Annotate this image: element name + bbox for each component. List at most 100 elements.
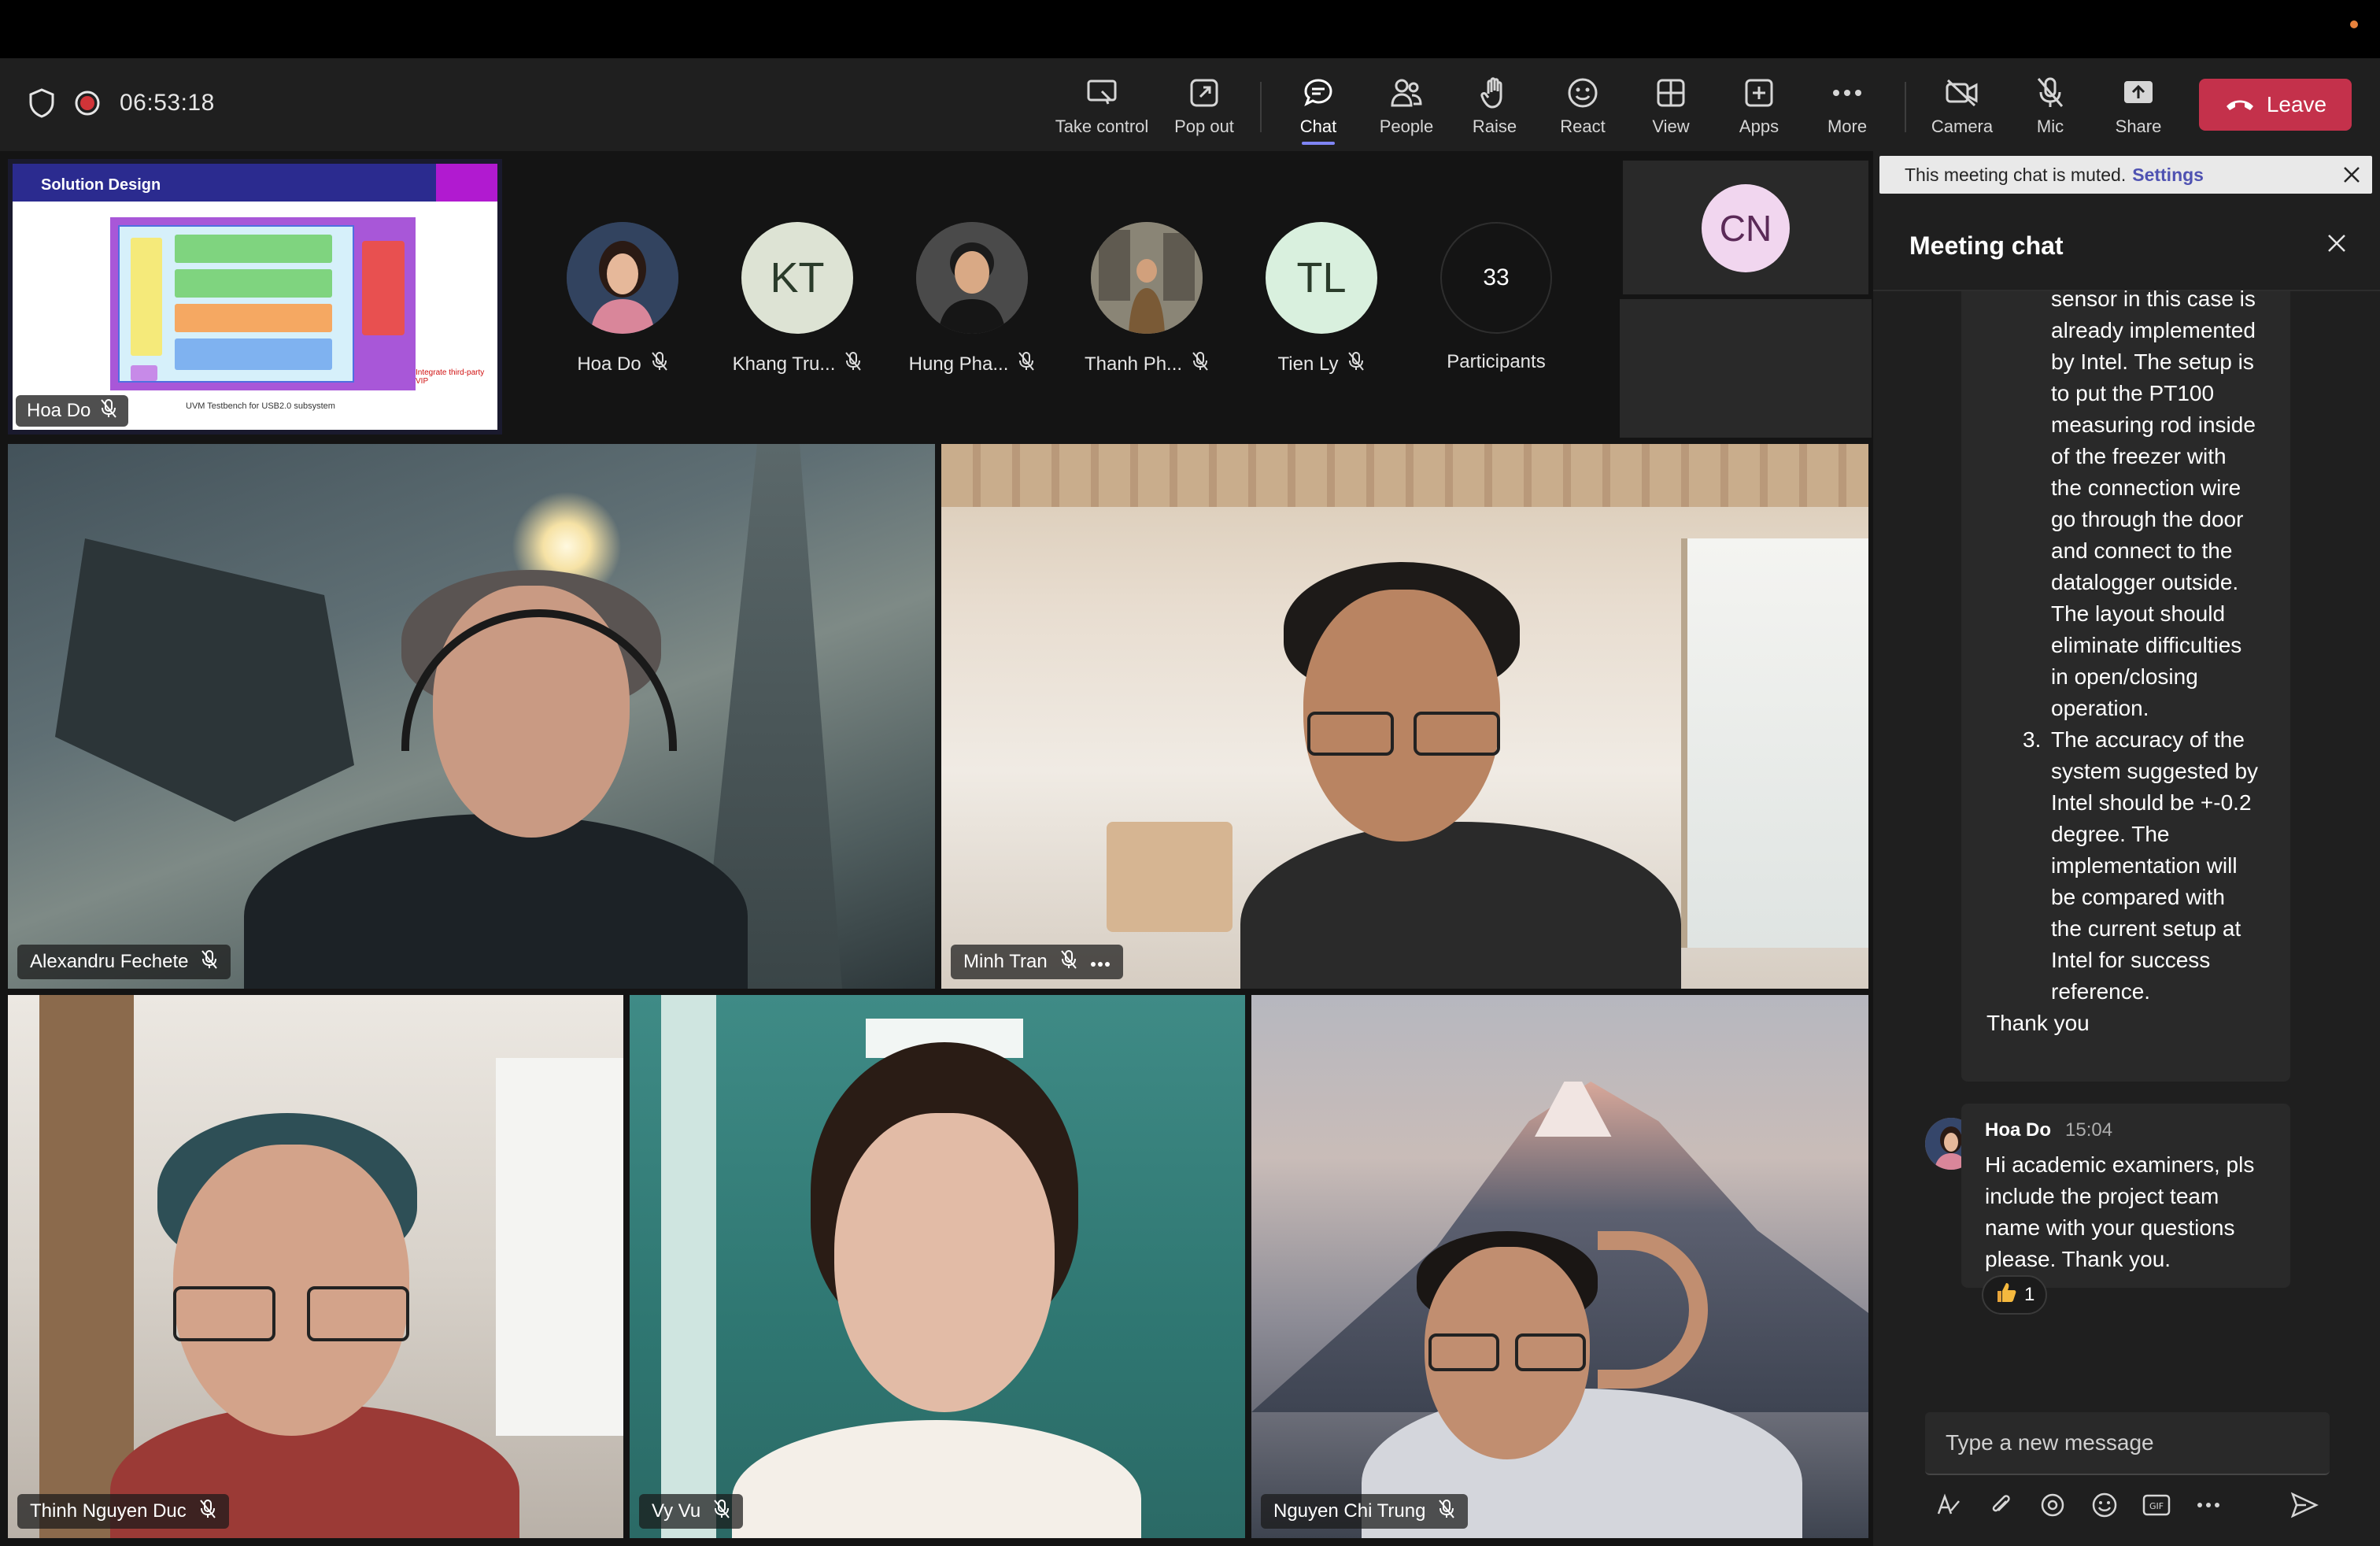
camera-button[interactable]: Camera <box>1919 76 2005 139</box>
more-button[interactable]: More <box>1804 76 1890 139</box>
apps-label: Apps <box>1739 117 1779 136</box>
format-icon[interactable] <box>1933 1489 1964 1521</box>
slide-header: Solution Design <box>13 164 497 202</box>
participant-name: Minh Tran <box>963 951 1048 972</box>
view-button[interactable]: View <box>1628 76 1714 139</box>
more-dots-icon[interactable] <box>2193 1489 2224 1521</box>
emoji-icon[interactable] <box>2089 1489 2120 1521</box>
message-line: sensor in this case is <box>2051 287 2256 311</box>
shield-icon[interactable] <box>28 88 55 118</box>
leave-button[interactable]: Leave <box>2199 79 2352 131</box>
participant-name: Vy Vu <box>652 1500 701 1522</box>
message-line: of the freezer with <box>2051 444 2227 468</box>
video-tile-nguyen-chi-trung[interactable]: Nguyen Chi Trung <box>1251 995 1868 1538</box>
close-chat-icon[interactable] <box>2326 233 2347 257</box>
chat-title: Meeting chat <box>1909 231 2064 260</box>
message-line: be compared with <box>2051 885 2226 909</box>
chat-message: sensor in this case is already implement… <box>1961 287 2290 1082</box>
shared-screen-tile[interactable]: Solution Design Integrate third-party VI… <box>8 159 502 435</box>
message-input[interactable] <box>1925 1412 2330 1474</box>
avatar <box>567 222 678 334</box>
video-tile-minh-tran[interactable]: Minh Tran <box>941 444 1868 989</box>
more-dots-icon <box>1830 76 1864 110</box>
mic-button[interactable]: Mic <box>2007 76 2094 139</box>
avatar <box>1091 222 1203 334</box>
message-line: the connection wire <box>2051 475 2241 500</box>
message-line: Thank you <box>1986 1011 2090 1035</box>
apps-button[interactable]: Apps <box>1716 76 1802 139</box>
message-line: The accuracy of the <box>2051 727 2245 752</box>
participant-name: Thanh Ph... <box>1084 353 1183 375</box>
thumbs-up-icon <box>1994 1281 2018 1310</box>
message-line: by Intel. The setup is <box>2051 350 2254 374</box>
slide-title: Solution Design <box>41 176 161 194</box>
participant-name: Hung Pha... <box>908 353 1009 375</box>
mic-muted-icon <box>651 351 668 377</box>
participant-thanh[interactable]: Thanh Ph... <box>1085 222 1208 377</box>
take-control-button[interactable]: Take control <box>1055 76 1148 139</box>
more-options-icon[interactable] <box>1090 951 1111 973</box>
apps-plus-icon <box>1742 76 1776 110</box>
mic-off-icon <box>2033 76 2068 110</box>
phone-hangup-icon <box>2224 92 2256 117</box>
hand-icon <box>1477 76 1512 110</box>
people-icon <box>1389 76 1424 110</box>
chat-settings-link[interactable]: Settings <box>2132 165 2204 186</box>
participant-tien-ly[interactable]: TL Tien Ly <box>1266 222 1377 377</box>
chat-muted-text: This meeting chat is muted. <box>1905 164 2127 185</box>
reaction-count: 1 <box>2024 1284 2035 1305</box>
meeting-toolbar: 06:53:18 Take control Pop out Chat Peopl… <box>0 58 2380 151</box>
gif-icon[interactable]: GIF <box>2141 1489 2172 1521</box>
avatar-initials: KT <box>741 222 853 334</box>
participant-name-tag: Thinh Nguyen Duc <box>17 1494 229 1529</box>
svg-text:GIF: GIF <box>2149 1501 2164 1511</box>
mic-muted-icon <box>1347 351 1365 377</box>
participant-name: Khang Tru... <box>732 353 836 375</box>
mic-label: Mic <box>2036 117 2064 136</box>
compose-box[interactable] <box>1925 1412 2330 1475</box>
list-marker: 3. <box>2023 727 2042 752</box>
reaction-badge[interactable]: 1 <box>1982 1275 2048 1315</box>
presenter-name-tag: Hoa Do <box>16 395 129 427</box>
mic-muted-icon <box>100 398 117 424</box>
message-line: reference. <box>2051 979 2151 1004</box>
leave-label: Leave <box>2266 92 2327 117</box>
pop-out-button[interactable]: Pop out <box>1161 76 1247 139</box>
video-tile-alexandru[interactable]: Alexandru Fechete <box>8 444 935 989</box>
close-icon[interactable] <box>2342 165 2361 189</box>
attach-icon[interactable] <box>1985 1489 2016 1521</box>
video-tile-vy-vu[interactable]: Vy Vu <box>630 995 1245 1538</box>
chat-message: Hoa Do 15:04 Hi academic examiners, pls … <box>1961 1104 2290 1288</box>
chat-button[interactable]: Chat <box>1275 76 1362 145</box>
participants-overflow-button[interactable]: 33 Participants <box>1440 222 1552 377</box>
participant-hung[interactable]: Hung Pha... <box>909 222 1035 377</box>
meeting-chat-panel: This meeting chat is muted. Settings Mee… <box>1873 151 2380 1546</box>
empty-participant-tile <box>1620 299 1872 438</box>
list-item: 3. The accuracy of the <box>1961 724 2290 756</box>
raise-hand-button[interactable]: Raise <box>1451 76 1538 139</box>
smiley-icon <box>1565 76 1600 110</box>
people-button[interactable]: People <box>1363 76 1450 139</box>
message-header: Hoa Do 15:04 <box>1985 1119 2112 1141</box>
share-button[interactable]: Share <box>2095 76 2182 139</box>
notification-dot <box>2350 20 2358 28</box>
message-line: measuring rod inside <box>2051 412 2256 437</box>
react-button[interactable]: React <box>1539 76 1626 139</box>
message-line: operation. <box>2051 696 2149 720</box>
chat-icon <box>1301 76 1336 110</box>
participant-tile-cn[interactable]: CN <box>1623 161 1868 294</box>
recording-icon <box>74 90 101 117</box>
message-author: Hoa Do <box>1985 1119 2051 1141</box>
share-screen-icon <box>2121 76 2156 110</box>
send-icon[interactable] <box>2289 1489 2320 1521</box>
participant-name: Alexandru Fechete <box>30 951 189 972</box>
message-time: 15:04 <box>2065 1119 2113 1141</box>
take-control-label: Take control <box>1055 117 1149 136</box>
camera-off-icon <box>1945 76 1979 110</box>
presenter-name: Hoa Do <box>27 400 91 421</box>
mic-muted-icon <box>199 1499 216 1525</box>
video-tile-thinh[interactable]: Thinh Nguyen Duc <box>8 995 623 1538</box>
loop-icon[interactable] <box>2037 1489 2068 1521</box>
participant-khang[interactable]: KT Khang Tru... <box>733 222 862 377</box>
participant-hoa-do[interactable]: Hoa Do <box>567 222 678 377</box>
